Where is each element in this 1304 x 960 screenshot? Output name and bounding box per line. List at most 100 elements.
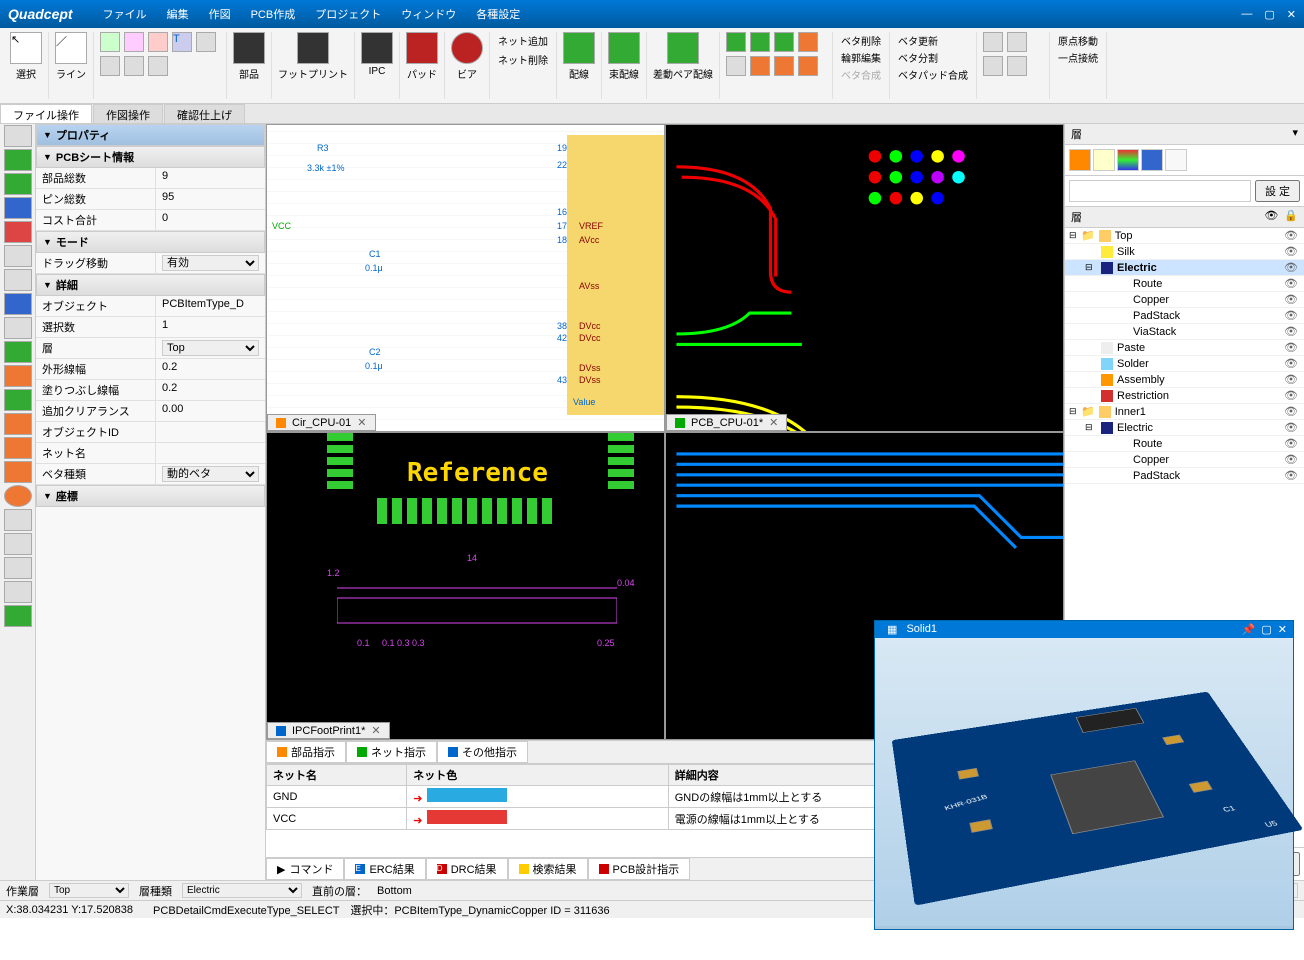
lt-layer3-icon[interactable] xyxy=(4,389,32,411)
layer-item[interactable]: Route👁 xyxy=(1065,436,1304,452)
select-tool-icon[interactable]: ↖ xyxy=(10,32,42,64)
layer-item[interactable]: Copper👁 xyxy=(1065,292,1304,308)
tab-erc[interactable]: EERC結果 xyxy=(344,858,425,880)
close-tab-icon[interactable]: ✕ xyxy=(769,416,778,429)
lt-gear-icon[interactable] xyxy=(4,293,32,315)
layer-item[interactable]: ViaStack👁 xyxy=(1065,324,1304,340)
section-mode[interactable]: モード xyxy=(36,231,265,253)
layer-item[interactable]: PadStack👁 xyxy=(1065,468,1304,484)
dim-icon1[interactable] xyxy=(983,32,1003,52)
layer-select[interactable]: Top xyxy=(162,340,259,356)
lt-layer1-icon[interactable] xyxy=(4,341,32,363)
pad-icon[interactable] xyxy=(406,32,438,64)
shape-poly-icon[interactable] xyxy=(196,32,216,52)
lt-pad-icon[interactable] xyxy=(4,437,32,459)
part-icon[interactable] xyxy=(233,32,265,64)
lt-save-icon[interactable] xyxy=(4,197,32,219)
shape-arc-icon[interactable] xyxy=(124,32,144,52)
lt-circle-icon[interactable] xyxy=(4,485,32,507)
tab-finish[interactable]: 確認仕上げ xyxy=(164,104,245,123)
layer-item[interactable]: Paste👁 xyxy=(1065,340,1304,356)
layer-item[interactable]: Assembly👁 xyxy=(1065,372,1304,388)
layer-item[interactable]: ⊟📁Top👁 xyxy=(1065,228,1304,244)
diffpair-icon[interactable] xyxy=(667,32,699,64)
route-opt7-icon[interactable] xyxy=(774,56,794,76)
lt-grid-icon[interactable] xyxy=(4,221,32,243)
tab-drc[interactable]: DDRC結果 xyxy=(426,858,508,880)
layer-item[interactable]: Route👁 xyxy=(1065,276,1304,292)
line-tool-icon[interactable]: ／ xyxy=(55,32,87,64)
beta-split-button[interactable]: ベタ分割 xyxy=(896,49,940,66)
eye-icon[interactable]: 👁 xyxy=(1264,209,1278,225)
lt-rule2-icon[interactable] xyxy=(4,533,32,555)
route-opt3-icon[interactable] xyxy=(774,32,794,52)
origin-move-button[interactable]: 原点移動 xyxy=(1056,32,1100,49)
menu-draw[interactable]: 作図 xyxy=(199,2,241,26)
ipc-icon[interactable] xyxy=(361,32,393,64)
layer-item[interactable]: ⊟Electric👁 xyxy=(1065,260,1304,276)
route-opt4-icon[interactable] xyxy=(798,32,818,52)
close-icon[interactable]: ✕ xyxy=(1278,623,1287,636)
3d-view-window[interactable]: ▦ Solid1 📌 ▢ ✕ KHR-031B U5 C1 xyxy=(874,620,1294,930)
lock-icon[interactable]: 🔒 xyxy=(1284,209,1298,225)
shape-hatch-icon[interactable] xyxy=(124,56,144,76)
route-opt2-icon[interactable] xyxy=(750,32,770,52)
net-del-button[interactable]: ネット削除 xyxy=(496,51,550,68)
shape-text-icon[interactable]: T xyxy=(172,32,192,52)
tab-net-instruct[interactable]: ネット指示 xyxy=(346,741,437,763)
layer-item[interactable]: Copper👁 xyxy=(1065,452,1304,468)
section-coord[interactable]: 座標 xyxy=(36,485,265,507)
lt-zoomout-icon[interactable] xyxy=(4,269,32,291)
net-add-button[interactable]: ネット追加 xyxy=(496,32,550,49)
layertype-select[interactable]: Electric xyxy=(182,883,302,898)
menu-settings[interactable]: 各種設定 xyxy=(466,2,530,26)
route-opt8-icon[interactable] xyxy=(798,56,818,76)
via-icon[interactable] xyxy=(451,32,483,64)
layer-tb-db-icon[interactable] xyxy=(1141,149,1163,171)
shape-rect-icon[interactable] xyxy=(148,32,168,52)
lt-pair-icon[interactable] xyxy=(4,581,32,603)
minimize-icon[interactable]: — xyxy=(1241,8,1252,21)
lt-layer2-icon[interactable] xyxy=(4,365,32,387)
pin-icon[interactable]: 📌 xyxy=(1242,623,1256,636)
menu-file[interactable]: ファイル xyxy=(93,2,157,26)
layer-item[interactable]: Silk👁 xyxy=(1065,244,1304,260)
layer-search-input[interactable] xyxy=(1069,180,1251,202)
lt-misc-icon[interactable] xyxy=(4,605,32,627)
pcb-viewport[interactable]: PCB_CPU-01*✕ xyxy=(665,124,1064,432)
outline-edit-button[interactable]: 輪郭編集 xyxy=(839,49,883,66)
layer-tb-stack-icon[interactable] xyxy=(1117,149,1139,171)
lt-hatch-icon[interactable] xyxy=(4,461,32,483)
layer-item[interactable]: Solder👁 xyxy=(1065,356,1304,372)
schematic-viewport[interactable]: R3 3.3k ±1% VCC C1 0.1μ C2 0.1μ VREF AVc… xyxy=(266,124,665,432)
section-pcbsheet[interactable]: PCBシート情報 xyxy=(36,146,265,168)
layer-tb-prj-icon[interactable] xyxy=(1069,149,1091,171)
route-opt1-icon[interactable] xyxy=(726,32,746,52)
menu-edit[interactable]: 編集 xyxy=(157,2,199,26)
route-icon[interactable] xyxy=(563,32,595,64)
shape-circle-icon[interactable] xyxy=(100,32,120,52)
bundle-route-icon[interactable] xyxy=(608,32,640,64)
footprint-icon[interactable] xyxy=(297,32,329,64)
tab-search[interactable]: 検索結果 xyxy=(508,858,588,880)
menu-project[interactable]: プロジェクト xyxy=(305,2,391,26)
layer-item[interactable]: ⊟📁Inner1👁 xyxy=(1065,404,1304,420)
drag-mode-select[interactable]: 有効 xyxy=(162,255,259,271)
beta-update-button[interactable]: ベタ更新 xyxy=(896,32,940,49)
panel-menu-icon[interactable]: ▾ xyxy=(1292,126,1298,142)
tab-command[interactable]: ▶コマンド xyxy=(266,858,344,880)
lt-back-icon[interactable] xyxy=(4,149,32,171)
route-opt6-icon[interactable] xyxy=(750,56,770,76)
dim-icon3[interactable] xyxy=(983,56,1003,76)
layer-tb-list-icon[interactable] xyxy=(1093,149,1115,171)
menu-window[interactable]: ウィンドウ xyxy=(391,2,466,26)
layer-item[interactable]: ⊟Electric👁 xyxy=(1065,420,1304,436)
layer-search-button[interactable]: 設 定 xyxy=(1255,180,1300,202)
lt-layer4-icon[interactable] xyxy=(4,413,32,435)
footprint-viewport[interactable]: Reference 1.2 14 0.04 0.1 0.1 0.3 0.3 0.… xyxy=(266,432,665,740)
menu-pcb[interactable]: PCB作成 xyxy=(241,2,306,26)
route-opt5-icon[interactable] xyxy=(726,56,746,76)
lt-select-icon[interactable] xyxy=(4,125,32,147)
close-icon[interactable]: ✕ xyxy=(1287,8,1296,21)
close-tab-icon[interactable]: ✕ xyxy=(371,724,380,737)
